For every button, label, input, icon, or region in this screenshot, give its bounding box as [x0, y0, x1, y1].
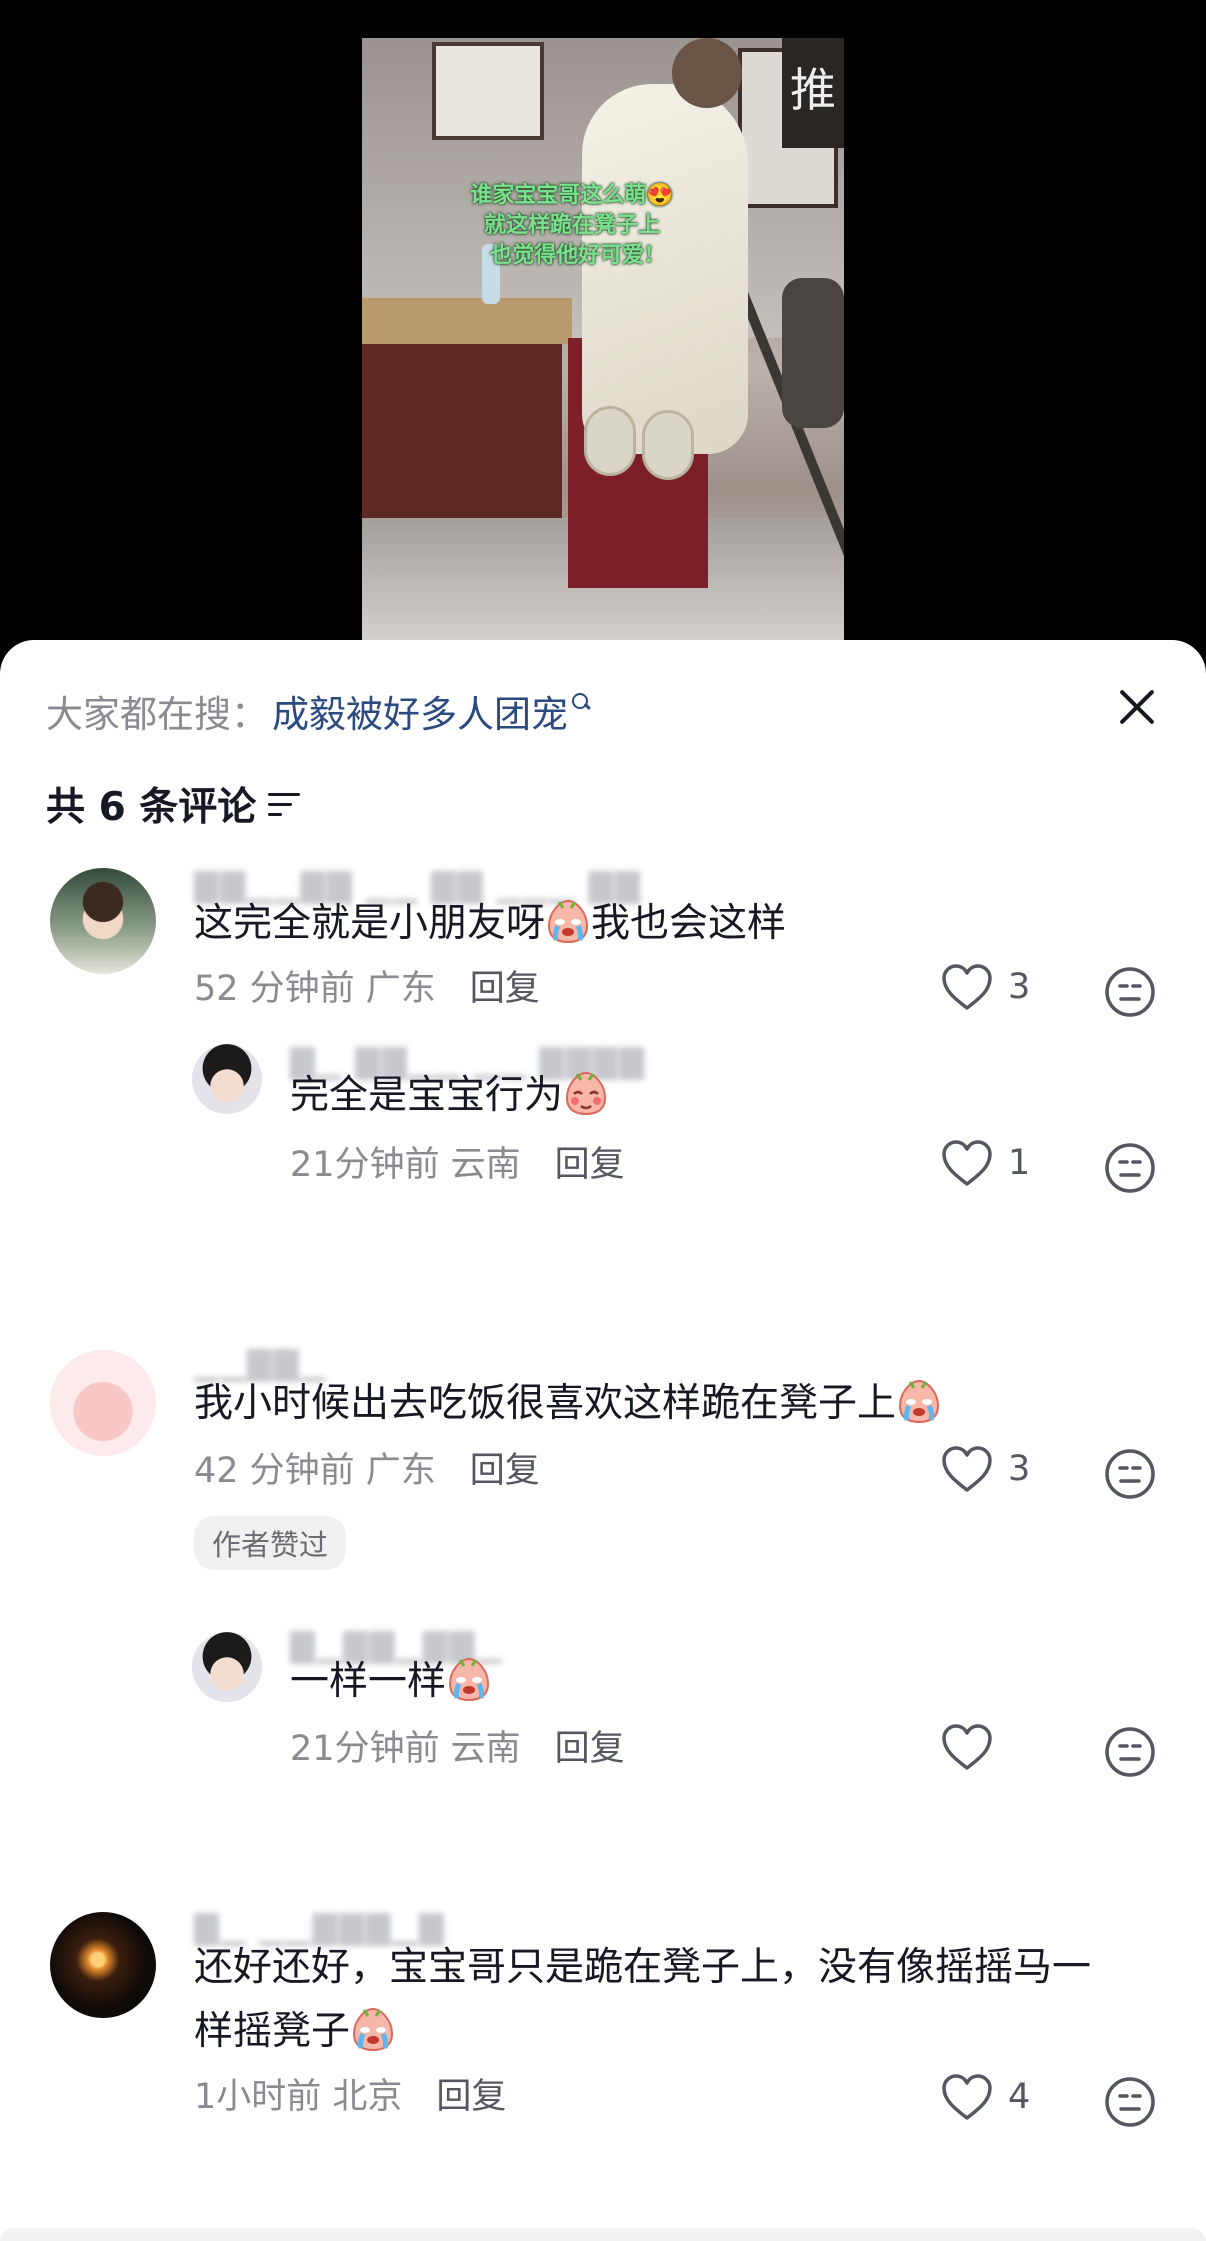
comment-meta: 1小时前 北京 回复 — [194, 2068, 506, 2119]
reply-button[interactable]: 回复 — [436, 2068, 506, 2119]
video-frame[interactable]: 推 谁家宝宝哥这么萌😍 就这样跪在凳子上 也觉得他好可爱! — [362, 38, 844, 640]
video-caption: 谁家宝宝哥这么萌😍 就这样跪在凳子上 也觉得他好可爱! — [402, 180, 742, 270]
video-sign: 推 — [782, 38, 844, 148]
heart-icon — [942, 1446, 992, 1492]
video-camera — [782, 278, 844, 428]
reply-meta: 21分钟前 云南 回复 — [290, 1136, 625, 1187]
heart-icon — [942, 964, 992, 1010]
like-count: 1 — [1008, 1143, 1031, 1183]
comment-text: 我小时候出去吃饭很喜欢这样跪在凳子上 — [194, 1381, 897, 1426]
author-liked-badge: 作者赞过 — [194, 1516, 347, 1570]
reply-content[interactable]: 一样一样 — [290, 1650, 492, 1714]
like-button[interactable] — [940, 1722, 1028, 1772]
video-caption-line: 也觉得他好可爱! — [490, 242, 654, 268]
reply-meta: 21分钟前 云南 回复 — [290, 1720, 625, 1771]
video-person-head — [672, 38, 742, 108]
bottom-input-bar[interactable] — [0, 2228, 1206, 2241]
search-suggestion-keyword[interactable]: 成毅被好多人团宠 — [272, 684, 568, 738]
video-caption-line: 就这样跪在凳子上 — [483, 212, 660, 238]
comment-time-location: 42 分钟前 广东 — [194, 1451, 436, 1491]
reply-button[interactable]: 回复 — [555, 1136, 625, 1187]
close-icon[interactable] — [1112, 682, 1162, 732]
dislike-icon[interactable] — [1104, 966, 1156, 1018]
sort-icon[interactable] — [268, 791, 301, 817]
comment-text: 还好还好，宝宝哥只是跪在凳子上，没有像摇摇马一 — [194, 1945, 1092, 1990]
comment-content[interactable]: 这完全就是小朋友呀 我也会这样 — [194, 892, 786, 956]
comment-text: 一样一样 — [290, 1659, 447, 1704]
like-count: 4 — [1008, 2077, 1031, 2117]
video-shoe — [642, 410, 694, 480]
dislike-icon[interactable] — [1104, 1142, 1156, 1194]
comment-count: 共 6 条评论 — [46, 785, 257, 830]
dislike-icon[interactable] — [1104, 1726, 1156, 1778]
video-table — [362, 298, 572, 344]
heart-icon — [942, 2074, 992, 2120]
avatar[interactable] — [50, 1912, 156, 2018]
video-area[interactable]: 推 谁家宝宝哥这么萌😍 就这样跪在凳子上 也觉得他好可爱! — [0, 0, 1206, 700]
comment-text: 我也会这样 — [591, 901, 787, 946]
crying-face-icon — [899, 1379, 940, 1424]
crying-face-icon — [449, 1657, 490, 1702]
comment-content[interactable]: 还好还好，宝宝哥只是跪在凳子上，没有像摇摇马一 样摇凳子 — [194, 1936, 1174, 2064]
comment-text: 这完全就是小朋友呀 — [194, 901, 546, 946]
dislike-icon[interactable] — [1104, 1448, 1156, 1500]
comment-meta: 42 分钟前 广东 回复 — [194, 1442, 540, 1493]
video-caption-line: 谁家宝宝哥这么萌😍 — [470, 182, 674, 208]
comment-meta: 52 分钟前 广东 回复 — [194, 960, 540, 1011]
search-suggestion[interactable]: 大家都在搜： 成毅被好多人团宠 — [46, 686, 590, 736]
comment-time-location: 52 分钟前 广东 — [194, 969, 436, 1009]
heart-icon — [942, 1724, 992, 1770]
reply-button[interactable]: 回复 — [470, 1442, 540, 1493]
like-button[interactable]: 3 — [940, 962, 1030, 1012]
comment-time-location: 21分钟前 云南 — [290, 1145, 521, 1185]
heart-icon — [942, 1140, 992, 1186]
video-shoe — [584, 406, 636, 476]
crying-face-icon — [353, 2007, 394, 2052]
search-suggestion-prefix: 大家都在搜： — [46, 693, 268, 736]
like-count: 3 — [1008, 967, 1031, 1007]
comment-content[interactable]: 我小时候出去吃饭很喜欢这样跪在凳子上 — [194, 1372, 942, 1436]
like-button[interactable]: 3 — [940, 1444, 1030, 1494]
comment-text: 样摇凳子 — [194, 2009, 351, 2054]
video-wall-frame — [432, 42, 544, 140]
crying-face-icon — [548, 899, 589, 944]
comment-text-line: 样摇凳子 — [194, 2000, 1174, 2064]
dislike-icon[interactable] — [1104, 2076, 1156, 2128]
like-button[interactable]: 4 — [940, 2072, 1030, 2122]
like-button[interactable]: 1 — [940, 1138, 1030, 1188]
video-table-base — [362, 344, 562, 534]
avatar[interactable] — [192, 1044, 262, 1114]
shy-face-icon — [566, 1071, 607, 1116]
reply-button[interactable]: 回复 — [470, 960, 540, 1011]
comment-time-location: 1小时前 北京 — [194, 2077, 403, 2117]
comment-count-header: 共 6 条评论 — [46, 776, 301, 832]
avatar[interactable] — [50, 1350, 156, 1456]
avatar[interactable] — [192, 1632, 262, 1702]
comment-time-location: 21分钟前 云南 — [290, 1729, 521, 1769]
search-icon[interactable] — [572, 693, 590, 711]
comment-text: 完全是宝宝行为 — [290, 1073, 564, 1118]
comment-sheet: 大家都在搜： 成毅被好多人团宠 共 6 条评论 ▇▇▁▁▇▇ ▁▁ ▇▇ ▁▁▁… — [0, 640, 1206, 2241]
reply-button[interactable]: 回复 — [555, 1720, 625, 1771]
like-count: 3 — [1008, 1449, 1031, 1489]
avatar[interactable] — [50, 868, 156, 974]
reply-content[interactable]: 完全是宝宝行为 — [290, 1064, 609, 1128]
